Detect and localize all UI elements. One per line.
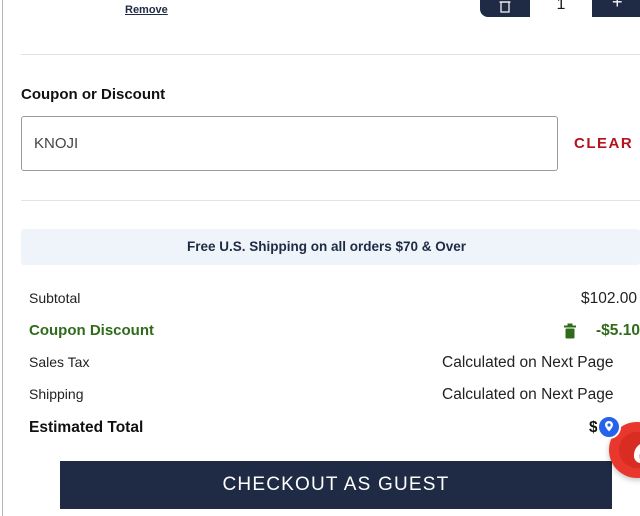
shipping-label: Shipping: [29, 386, 84, 402]
coupon-discount-value: -$5.10: [596, 322, 640, 339]
panel-border: [2, 0, 3, 516]
shipping-value: Calculated on Next Page: [442, 386, 614, 403]
quantity-value[interactable]: 1: [530, 0, 592, 17]
coupon-input[interactable]: [21, 116, 558, 171]
location-pin-icon[interactable]: [597, 415, 621, 439]
coupon-discount-row: Coupon Discount -$5.10: [29, 322, 640, 344]
cart-summary-page: Remove 1 + Coupon or Discount CLEAR Free…: [0, 0, 640, 516]
chat-badge-inner: C: [619, 432, 640, 470]
quantity-stepper[interactable]: 1 +: [480, 0, 640, 17]
coupon-discount-label: Coupon Discount: [29, 322, 154, 339]
checkout-as-guest-button[interactable]: CHECKOUT AS GUEST: [60, 461, 612, 509]
estimated-total-row: Estimated Total $: [29, 419, 640, 441]
remove-item-link[interactable]: Remove: [125, 4, 168, 16]
subtotal-value: $102.00: [581, 290, 638, 307]
estimated-total-label: Estimated Total: [29, 419, 144, 436]
sales-tax-row: Sales Tax Calculated on Next Page: [29, 354, 640, 376]
sales-tax-label: Sales Tax: [29, 354, 90, 370]
increment-icon[interactable]: +: [612, 0, 623, 13]
coupon-heading: Coupon or Discount: [21, 86, 166, 103]
subtotal-label: Subtotal: [29, 290, 81, 306]
divider: [21, 200, 640, 201]
subtotal-row: Subtotal $102.00: [29, 290, 640, 312]
shipping-row: Shipping Calculated on Next Page: [29, 386, 640, 408]
chat-badge-letter-icon: C: [633, 437, 640, 470]
clear-coupon-button[interactable]: CLEAR: [574, 135, 633, 152]
trash-icon[interactable]: [498, 0, 512, 13]
trash-icon[interactable]: [563, 323, 577, 339]
divider: [21, 54, 640, 55]
free-shipping-banner: Free U.S. Shipping on all orders $70 & O…: [21, 229, 640, 265]
sales-tax-value: Calculated on Next Page: [442, 354, 614, 371]
